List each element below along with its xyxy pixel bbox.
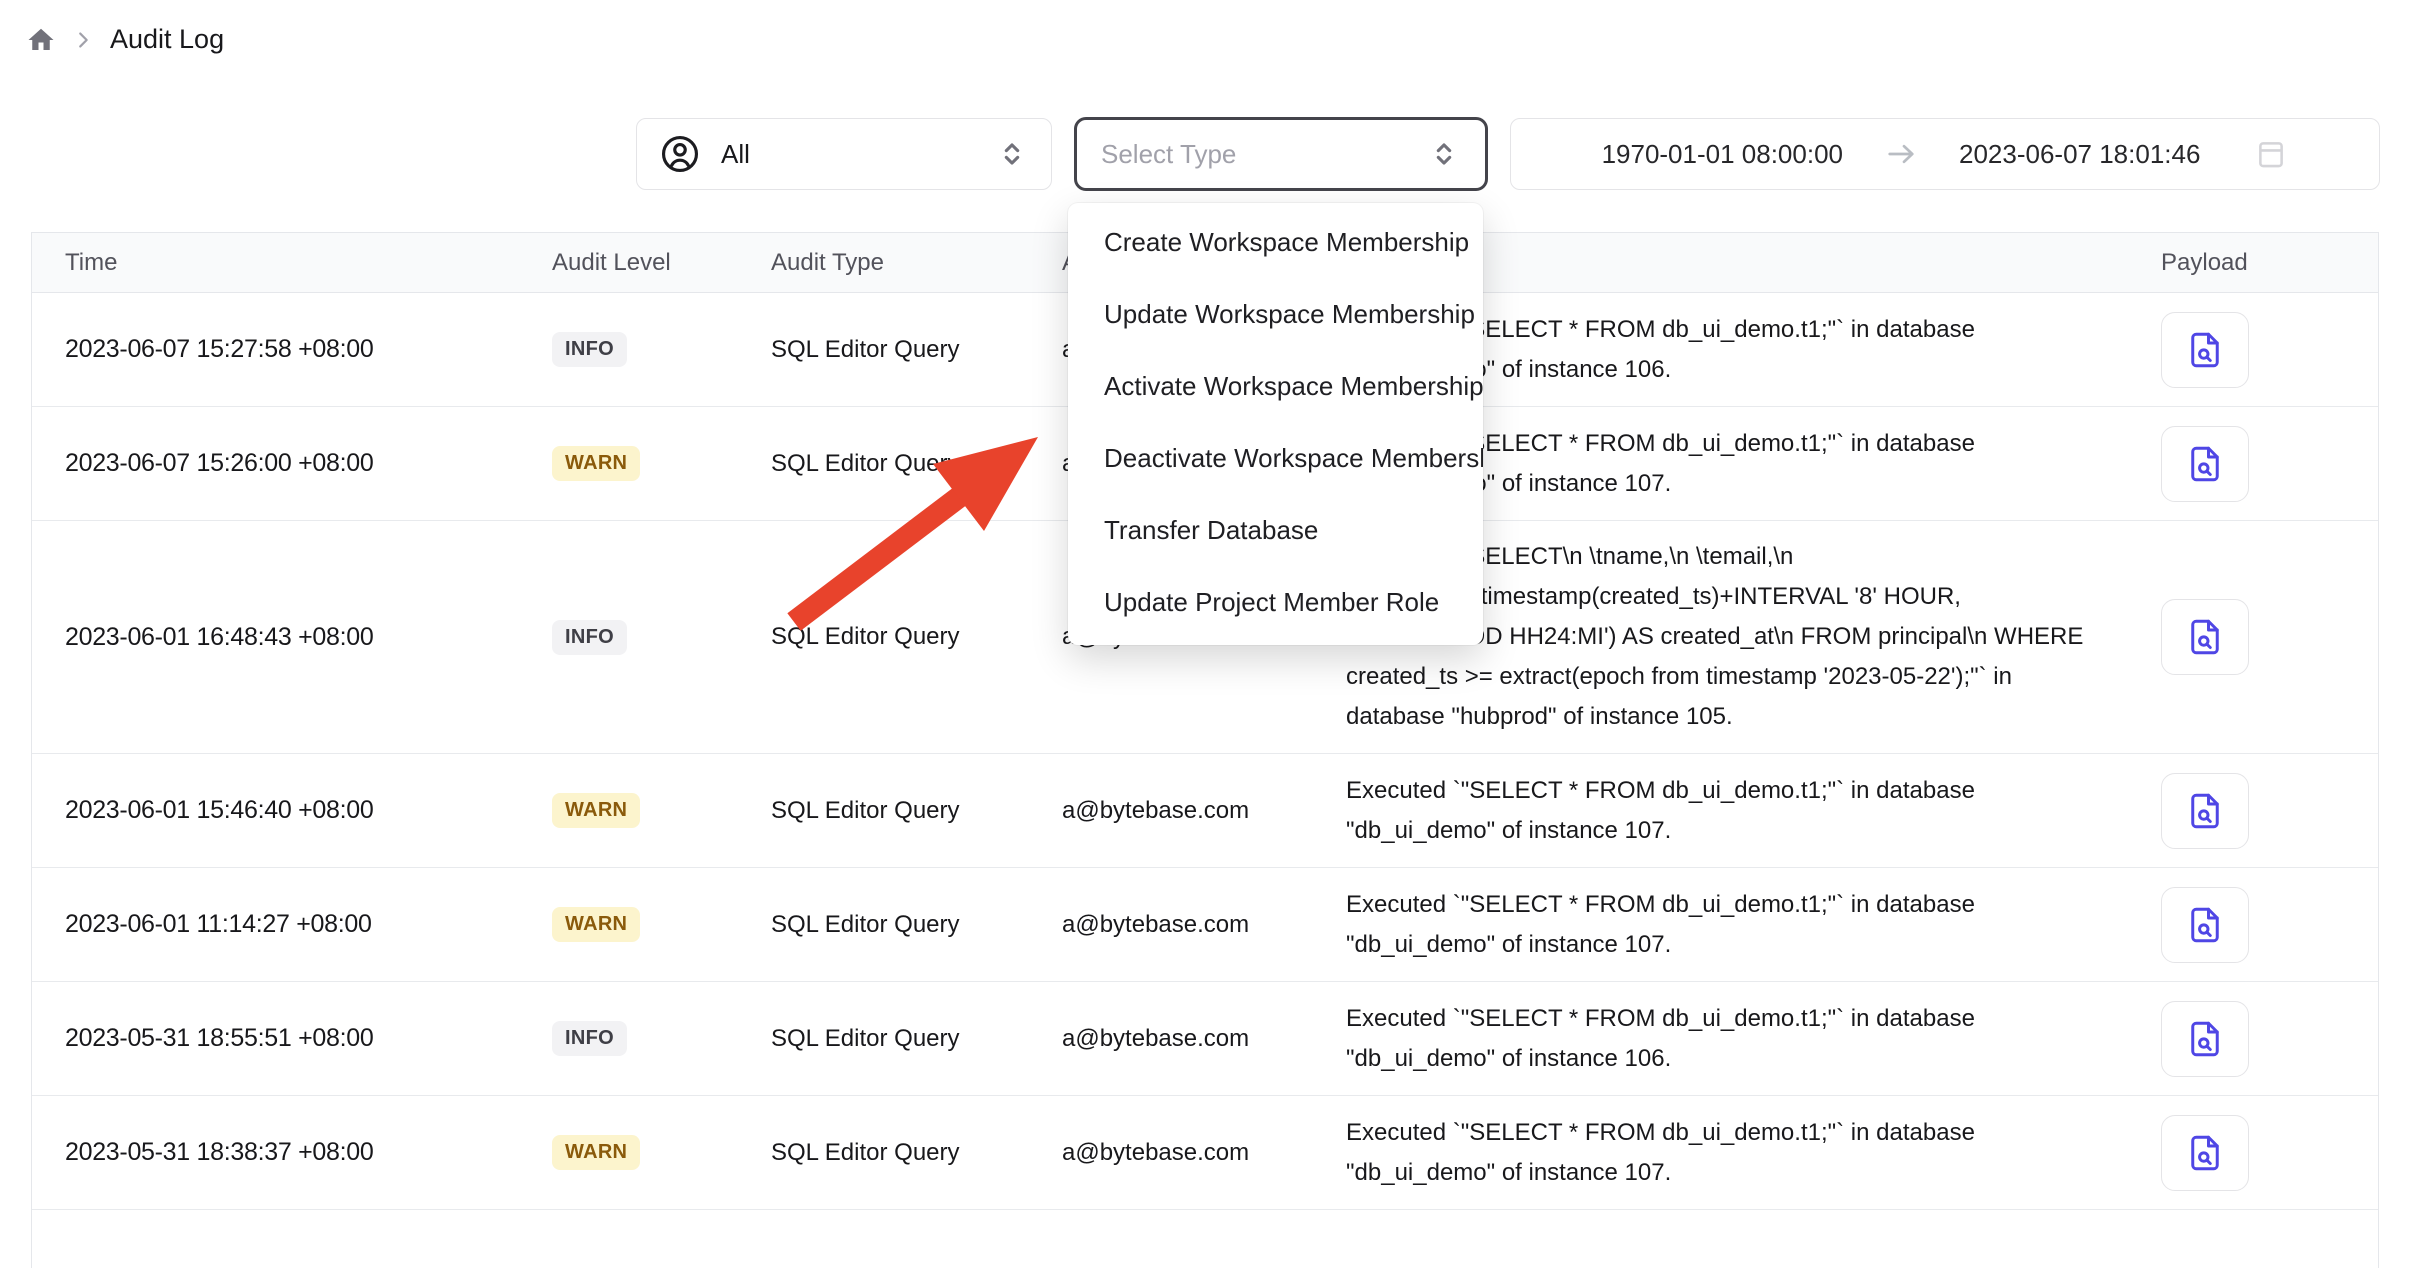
type-dropdown-option[interactable]: Transfer Database xyxy=(1068,494,1483,566)
type-filter-placeholder: Select Type xyxy=(1101,139,1236,170)
type-dropdown-option[interactable]: Update Workspace Membership xyxy=(1068,278,1483,350)
audit-type-cell: SQL Editor Query xyxy=(771,623,1062,651)
payload-cell xyxy=(2161,887,2378,963)
time-cell: 2023-06-01 16:48:43 +08:00 xyxy=(65,623,552,652)
table-row-partial xyxy=(32,1210,2378,1250)
audit-level-cell: INFO xyxy=(552,1021,771,1056)
type-dropdown-option[interactable]: Update Project Member Role xyxy=(1068,566,1483,638)
col-audit-type: Audit Type xyxy=(771,249,1062,277)
actor-cell: a@bytebase.com xyxy=(1062,1139,1346,1167)
audit-level-badge: WARN xyxy=(552,446,640,481)
view-payload-button[interactable] xyxy=(2161,312,2249,388)
audit-level-badge: WARN xyxy=(552,1135,640,1170)
time-cell: 2023-06-01 11:14:27 +08:00 xyxy=(65,910,552,939)
time-cell: 2023-05-31 18:55:51 +08:00 xyxy=(65,1024,552,1053)
table-row: 2023-06-01 15:46:40 +08:00 WARN SQL Edit… xyxy=(32,754,2378,868)
audit-level-badge: WARN xyxy=(552,907,640,942)
audit-level-badge: INFO xyxy=(552,1021,627,1056)
file-search-icon xyxy=(2184,1132,2226,1174)
actor-filter-select[interactable]: All xyxy=(636,118,1052,190)
audit-level-cell: INFO xyxy=(552,332,771,367)
comment-cell: Executed `"SELECT * FROM db_ui_demo.t1;"… xyxy=(1346,1113,2161,1193)
table-row: 2023-05-31 18:55:51 +08:00 INFO SQL Edit… xyxy=(32,982,2378,1096)
audit-level-badge: INFO xyxy=(552,332,627,367)
table-row: 2023-05-31 18:38:37 +08:00 WARN SQL Edit… xyxy=(32,1096,2378,1210)
breadcrumb: Audit Log xyxy=(26,24,224,55)
time-cell: 2023-06-07 15:26:00 +08:00 xyxy=(65,449,552,478)
comment-cell: Executed `"SELECT * FROM db_ui_demo.t1;"… xyxy=(1346,885,2161,965)
file-search-icon xyxy=(2184,790,2226,832)
type-dropdown-option[interactable]: Deactivate Workspace Membership xyxy=(1068,422,1483,494)
comment-text: Executed `"SELECT * FROM db_ui_demo.t1;"… xyxy=(1346,1113,2104,1193)
col-payload: Payload xyxy=(2161,249,2378,277)
page-title: Audit Log xyxy=(110,24,224,55)
file-search-icon xyxy=(2184,616,2226,658)
actor-cell: a@bytebase.com xyxy=(1062,1025,1346,1053)
chevron-updown-icon xyxy=(1427,137,1461,171)
calendar-icon xyxy=(2254,137,2288,171)
file-search-icon xyxy=(2184,1018,2226,1060)
comment-text: Executed `"SELECT * FROM db_ui_demo.t1;"… xyxy=(1346,999,2104,1079)
file-search-icon xyxy=(2184,329,2226,371)
audit-type-cell: SQL Editor Query xyxy=(771,450,1062,478)
audit-level-cell: WARN xyxy=(552,446,771,481)
comment-cell: Executed `"SELECT * FROM db_ui_demo.t1;"… xyxy=(1346,771,2161,851)
file-search-icon xyxy=(2184,443,2226,485)
comment-text: Executed `"SELECT * FROM db_ui_demo.t1;"… xyxy=(1346,771,2104,851)
time-cell: 2023-05-31 18:38:37 +08:00 xyxy=(65,1138,552,1167)
audit-type-cell: SQL Editor Query xyxy=(771,797,1062,825)
chevron-updown-icon xyxy=(995,137,1029,171)
time-cell: 2023-06-07 15:27:58 +08:00 xyxy=(65,335,552,364)
time-cell: 2023-06-01 15:46:40 +08:00 xyxy=(65,796,552,825)
date-range-end: 2023-06-07 18:01:46 xyxy=(1959,139,2200,170)
date-range-picker[interactable]: 1970-01-01 08:00:00 2023-06-07 18:01:46 xyxy=(1510,118,2380,190)
audit-level-cell: WARN xyxy=(552,907,771,942)
payload-cell xyxy=(2161,773,2378,849)
audit-level-cell: INFO xyxy=(552,620,771,655)
comment-text: Executed `"SELECT * FROM db_ui_demo.t1;"… xyxy=(1346,885,2104,965)
user-circle-icon xyxy=(659,133,701,175)
audit-level-badge: INFO xyxy=(552,620,627,655)
view-payload-button[interactable] xyxy=(2161,599,2249,675)
view-payload-button[interactable] xyxy=(2161,1115,2249,1191)
payload-cell xyxy=(2161,426,2378,502)
audit-type-cell: SQL Editor Query xyxy=(771,1025,1062,1053)
chevron-right-icon xyxy=(72,29,94,51)
table-row: 2023-06-01 11:14:27 +08:00 WARN SQL Edit… xyxy=(32,868,2378,982)
file-search-icon xyxy=(2184,904,2226,946)
actor-filter-value: All xyxy=(721,139,750,170)
view-payload-button[interactable] xyxy=(2161,1001,2249,1077)
audit-type-cell: SQL Editor Query xyxy=(771,911,1062,939)
audit-level-cell: WARN xyxy=(552,1135,771,1170)
col-audit-level: Audit Level xyxy=(552,249,771,277)
payload-cell xyxy=(2161,599,2378,675)
type-dropdown-menu: Create Workspace MembershipUpdate Worksp… xyxy=(1068,203,1483,645)
actor-cell: a@bytebase.com xyxy=(1062,797,1346,825)
type-dropdown-option[interactable]: Activate Workspace Membership xyxy=(1068,350,1483,422)
audit-level-badge: WARN xyxy=(552,793,640,828)
audit-type-cell: SQL Editor Query xyxy=(771,1139,1062,1167)
payload-cell xyxy=(2161,1001,2378,1077)
date-range-start: 1970-01-01 08:00:00 xyxy=(1602,139,1843,170)
payload-cell xyxy=(2161,312,2378,388)
col-time: Time xyxy=(65,249,552,277)
type-dropdown-option[interactable]: Create Workspace Membership xyxy=(1068,206,1483,278)
actor-cell: a@bytebase.com xyxy=(1062,911,1346,939)
view-payload-button[interactable] xyxy=(2161,773,2249,849)
view-payload-button[interactable] xyxy=(2161,426,2249,502)
type-dropdown-list: Create Workspace MembershipUpdate Worksp… xyxy=(1068,206,1483,638)
view-payload-button[interactable] xyxy=(2161,887,2249,963)
home-icon[interactable] xyxy=(26,25,56,55)
audit-level-cell: WARN xyxy=(552,793,771,828)
filter-bar: All Select Type 1970-01-01 08:00:00 2023… xyxy=(636,118,2380,191)
comment-cell: Executed `"SELECT * FROM db_ui_demo.t1;"… xyxy=(1346,999,2161,1079)
type-filter-select[interactable]: Select Type xyxy=(1074,117,1488,191)
arrow-right-icon xyxy=(1883,136,1919,172)
audit-type-cell: SQL Editor Query xyxy=(771,336,1062,364)
payload-cell xyxy=(2161,1115,2378,1191)
